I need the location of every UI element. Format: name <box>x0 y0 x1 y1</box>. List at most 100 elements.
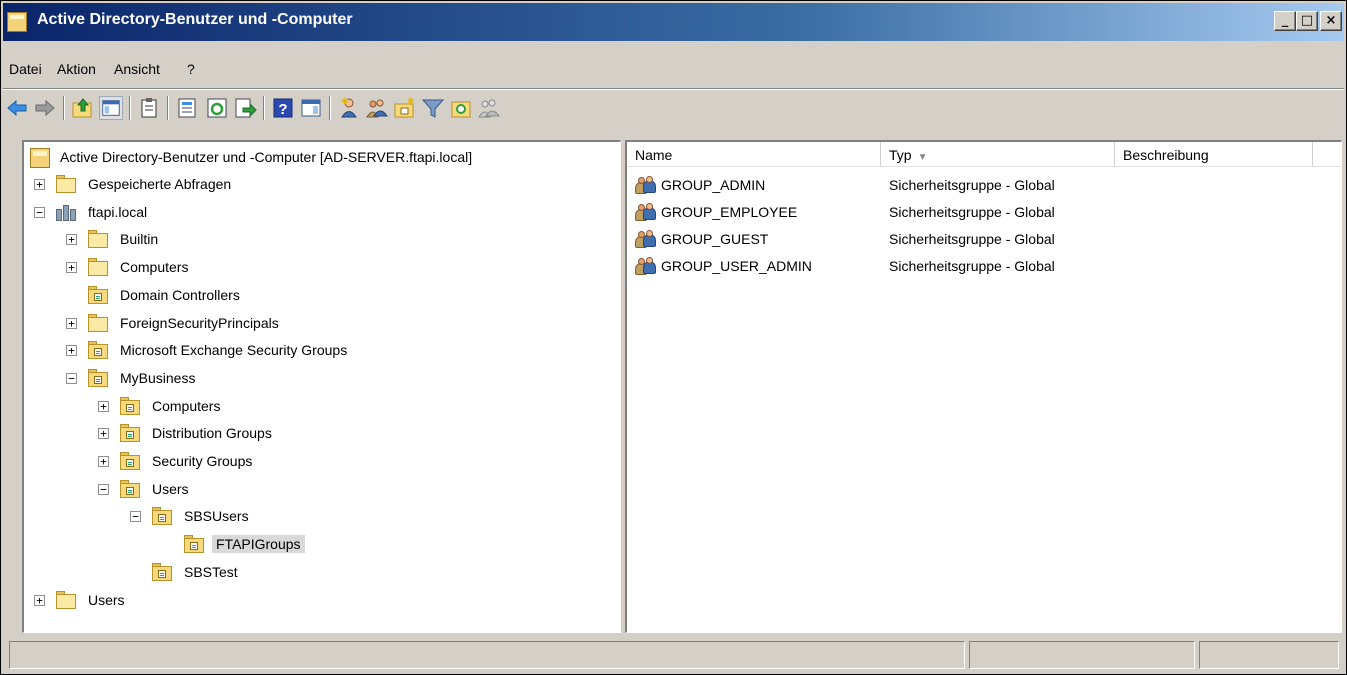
menu-datei[interactable]: Datei <box>9 61 42 77</box>
tree-node-label: Security Groups <box>152 453 253 469</box>
security-group-icon <box>635 257 657 275</box>
details-pane[interactable]: Name Typ ▼ Beschreibung GROUP_ADMIN Sicher… <box>625 140 1342 633</box>
tree-node-label: Distribution Groups <box>152 425 272 442</box>
collapse-icon[interactable]: − <box>66 372 77 384</box>
toolbar-separator <box>129 96 131 120</box>
svg-text:✱: ✱ <box>407 97 415 107</box>
expand-icon[interactable]: + <box>66 317 77 329</box>
tree-node-label: SBSUsers <box>184 508 249 525</box>
ou-folder-icon <box>120 479 142 498</box>
back-icon[interactable] <box>5 96 29 120</box>
tree-node[interactable]: + Computers <box>24 394 614 420</box>
tree-node[interactable]: − SBSUsers <box>24 504 614 530</box>
collapse-icon[interactable]: − <box>98 483 109 495</box>
tree-node[interactable]: + Microsoft Exchange Security Groups <box>24 338 614 364</box>
expand-icon[interactable]: + <box>98 428 109 440</box>
folder-icon <box>56 590 78 609</box>
expand-icon[interactable]: + <box>34 594 45 606</box>
console-tree-pane[interactable]: Active Directory-Benutzer und -Computer … <box>22 140 621 633</box>
ou-folder-icon <box>88 285 110 304</box>
security-group-icon <box>635 176 657 194</box>
filter-icon[interactable] <box>421 96 445 120</box>
folder-icon <box>88 258 110 277</box>
tree-node-label: FTAPIGroups <box>212 535 305 554</box>
column-header-beschreibung[interactable]: Beschreibung <box>1115 142 1313 167</box>
collapse-icon[interactable]: − <box>130 511 141 523</box>
cell-type: Sicherheitsgruppe - Global <box>889 204 1055 220</box>
tree-node[interactable]: + Security Groups <box>24 449 614 475</box>
tree-node[interactable]: + Users <box>24 588 614 614</box>
new-ou-icon[interactable]: ✱ <box>393 96 417 120</box>
export-list-icon[interactable] <box>233 96 257 120</box>
console-tree-icon[interactable] <box>99 96 123 120</box>
list-item[interactable]: GROUP_USER_ADMIN Sicherheitsgruppe - Glob… <box>627 253 1327 279</box>
folder-icon <box>56 175 78 193</box>
ou-folder-icon <box>88 368 110 387</box>
menu-aktion[interactable]: Aktion <box>57 61 96 77</box>
tree-node[interactable]: − MyBusiness <box>24 366 614 392</box>
help-icon[interactable]: ? <box>271 96 295 120</box>
maximize-button[interactable]: □ <box>1296 11 1318 31</box>
tree-node[interactable]: + Computers <box>24 255 614 281</box>
list-item[interactable]: GROUP_ADMIN Sicherheitsgruppe - Global <box>627 172 1327 198</box>
list-item[interactable]: GROUP_GUEST Sicherheitsgruppe - Global <box>627 226 1327 252</box>
column-header-beschreibung-label: Beschreibung <box>1123 147 1209 163</box>
tree-node-label: SBSTest <box>184 563 238 580</box>
list-item[interactable]: GROUP_EMPLOYEE Sicherheitsgruppe - Global <box>627 199 1327 225</box>
menu-ansicht[interactable]: Ansicht <box>114 61 160 77</box>
expand-icon[interactable]: + <box>66 234 77 246</box>
tree-node[interactable]: FTAPIGroups <box>24 532 614 558</box>
tree-node-label: ftapi.local <box>88 203 148 220</box>
minimize-button[interactable]: _ <box>1274 11 1296 31</box>
tree-node[interactable]: + Distribution Groups <box>24 421 614 447</box>
domain-icon <box>56 203 78 221</box>
column-header-name[interactable]: Name <box>627 142 881 167</box>
column-header-name-label: Name <box>635 147 673 163</box>
snapin-icon <box>30 148 50 168</box>
tree-node-label: Builtin <box>120 231 159 248</box>
column-header-typ[interactable]: Typ ▼ <box>881 142 1115 167</box>
status-cell-main <box>9 641 965 669</box>
sort-desc-icon: ▼ <box>917 152 928 163</box>
find-icon[interactable] <box>449 96 473 120</box>
clipboard-icon[interactable] <box>137 96 161 120</box>
collapse-icon[interactable]: − <box>34 206 45 218</box>
status-cell-3 <box>1199 641 1339 669</box>
tree-node[interactable]: + Gespeicherte Abfragen <box>24 172 614 198</box>
tree-node[interactable]: SBSTest <box>24 560 614 586</box>
tree-node[interactable]: + Builtin <box>24 227 614 253</box>
tree-node[interactable]: − Users <box>24 477 614 503</box>
toolbar-separator <box>263 96 265 120</box>
ou-folder-icon <box>120 424 142 443</box>
show-hide-action-pane-icon[interactable] <box>299 96 323 120</box>
tree-node[interactable]: − ftapi.local <box>24 200 614 226</box>
tree-root-label: Active Directory-Benutzer und -Computer … <box>60 149 473 165</box>
main-window: Active Directory-Benutzer und -Computer … <box>0 0 1347 675</box>
up-folder-icon[interactable] <box>71 96 95 120</box>
expand-icon[interactable]: + <box>66 345 77 357</box>
menu-help[interactable]: ? <box>187 61 195 77</box>
tree-node-label: Gespeicherte Abfragen <box>88 176 232 192</box>
refresh-icon[interactable] <box>205 96 229 120</box>
close-button[interactable]: × <box>1320 11 1342 31</box>
properties-icon[interactable] <box>175 96 199 120</box>
tree-node[interactable]: + ForeignSecurityPrincipals <box>24 311 614 337</box>
tree-node-label: Users <box>152 480 189 497</box>
cell-name: GROUP_EMPLOYEE <box>661 204 798 220</box>
tree-node[interactable]: Domain Controllers <box>24 283 614 309</box>
forward-icon[interactable] <box>33 96 57 120</box>
ou-folder-icon <box>120 452 142 470</box>
expand-icon[interactable]: + <box>98 400 109 412</box>
security-group-icon <box>635 203 657 221</box>
new-user-icon[interactable]: ✱ <box>337 96 361 120</box>
cell-type: Sicherheitsgruppe - Global <box>889 231 1055 247</box>
list-header: Name Typ ▼ Beschreibung <box>627 142 1341 167</box>
expand-icon[interactable]: + <box>66 262 77 274</box>
expand-icon[interactable]: + <box>98 456 109 467</box>
ou-folder-icon <box>152 507 174 526</box>
cell-name: GROUP_ADMIN <box>661 177 766 193</box>
expand-icon[interactable]: + <box>34 179 45 190</box>
title-bar[interactable]: Active Directory-Benutzer und -Computer … <box>3 3 1344 41</box>
new-group-icon[interactable] <box>365 96 389 120</box>
add-to-group-icon[interactable] <box>477 96 501 120</box>
